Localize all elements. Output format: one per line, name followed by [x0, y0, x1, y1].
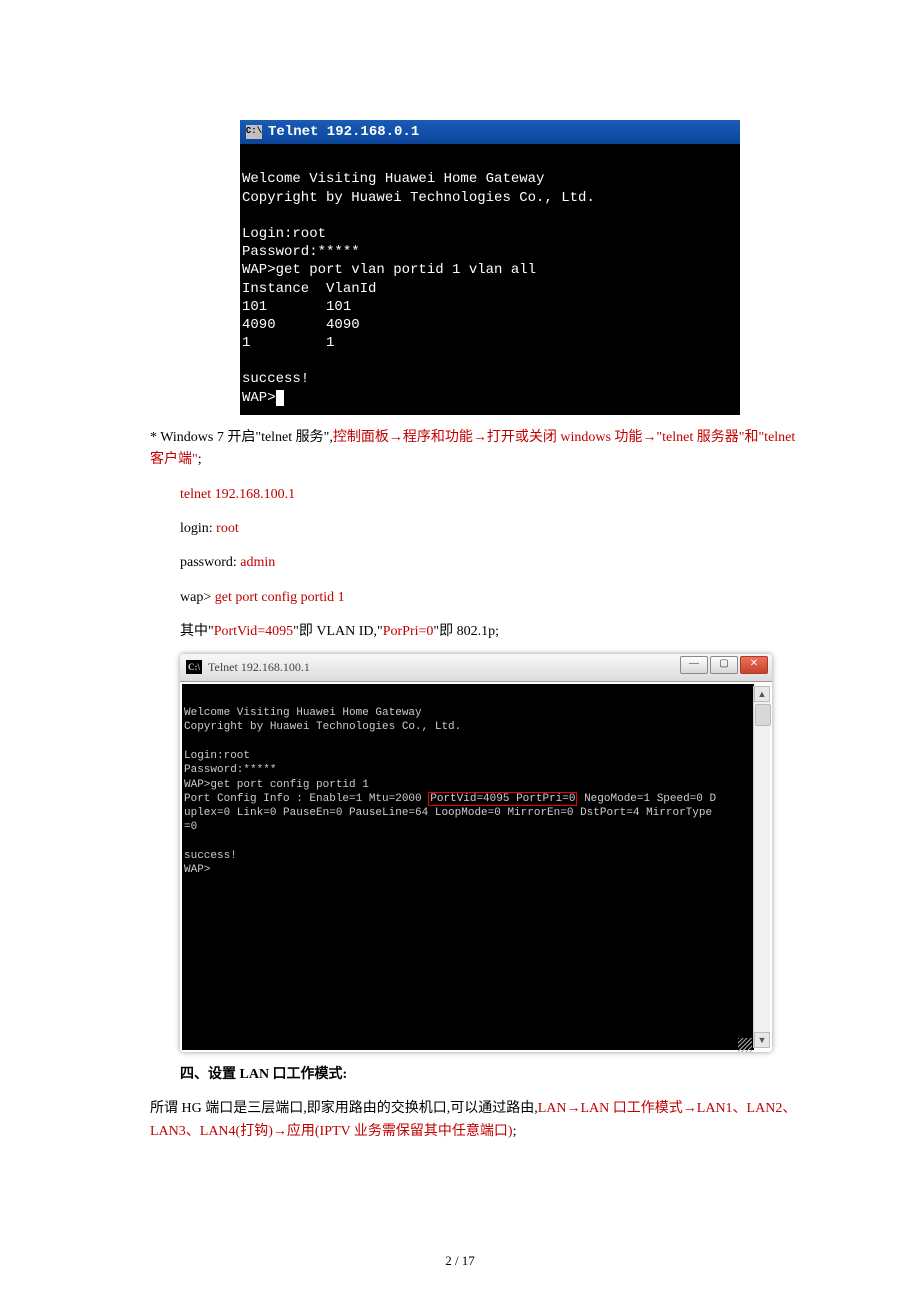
- page-number: 2 / 17: [0, 1251, 920, 1272]
- terminal-2-titlebar: C:\ Telnet 192.168.100.1 — ▢ ✕: [180, 654, 772, 682]
- cmd-icon: C:\: [186, 660, 202, 674]
- t1-success: success!: [242, 371, 309, 387]
- terminal-2-title: Telnet 192.168.100.1: [208, 658, 310, 677]
- t1-cmd: WAP>get port vlan portid 1 vlan all: [242, 262, 536, 278]
- login-label: login:: [180, 521, 216, 536]
- t2-login: Login:root: [184, 750, 250, 762]
- t2-info-box: PortVid=4095 PortPri=0: [428, 792, 577, 806]
- window-buttons: — ▢ ✕: [680, 656, 768, 674]
- terminal-window-1: C:\ Telnet 192.168.0.1 Welcome Visiting …: [240, 120, 740, 415]
- ex-mid1: "即 VLAN ID,": [293, 624, 383, 639]
- maximize-button[interactable]: ▢: [710, 656, 738, 674]
- wap-line: wap> get port config portid 1: [180, 587, 800, 609]
- terminal-1-body: Welcome Visiting Huawei Home Gateway Cop…: [240, 144, 740, 415]
- terminal-window-2: C:\ Telnet 192.168.100.1 — ▢ ✕ Welcome V…: [180, 654, 772, 1052]
- t1-welcome: Welcome Visiting Huawei Home Gateway: [242, 171, 544, 187]
- s4-pre: 所谓 HG 端口是三层端口,即家用路由的交换机口,可以通过路由,: [150, 1101, 538, 1116]
- wap-label: wap>: [180, 590, 215, 605]
- explain-line: 其中"PortVid=4095"即 VLAN ID,"PorPri=0"即 80…: [180, 621, 800, 643]
- t1-r3: 1 1: [242, 335, 334, 351]
- terminal-1-titlebar: C:\ Telnet 192.168.0.1: [240, 120, 740, 144]
- t1-password: Password:*****: [242, 244, 360, 260]
- resize-grip-icon[interactable]: [738, 1038, 752, 1052]
- t1-copyright: Copyright by Huawei Technologies Co., Lt…: [242, 190, 595, 206]
- login-line: login: root: [180, 518, 800, 540]
- telnet-cmd: telnet: [180, 487, 215, 502]
- terminal-1-title: Telnet 192.168.0.1: [268, 123, 419, 141]
- password-label: password:: [180, 555, 240, 570]
- ex-k1: PortVid=4095: [214, 624, 293, 639]
- minimize-button[interactable]: —: [680, 656, 708, 674]
- t1-prompt: WAP>: [242, 390, 276, 406]
- paragraph-win7-telnet: * Windows 7 开启"telnet 服务",控制面板→程序和功能→打开或…: [150, 427, 800, 472]
- telnet-ip: 192.168.100.1: [215, 487, 296, 502]
- t2-prompt: WAP>: [184, 864, 210, 876]
- t2-password: Password:*****: [184, 764, 276, 776]
- t2-info2: uplex=0 Link=0 PauseEn=0 PauseLine=64 Lo…: [184, 807, 712, 819]
- section-4-paragraph: 所谓 HG 端口是三层端口,即家用路由的交换机口,可以通过路由,LAN→LAN …: [150, 1098, 800, 1143]
- telnet-command-line: telnet 192.168.100.1: [180, 484, 800, 506]
- password-line: password: admin: [180, 552, 800, 574]
- p1-prefix: * Windows 7 开启"telnet 服务",: [150, 430, 333, 445]
- scroll-up-arrow-icon[interactable]: ▲: [754, 686, 770, 702]
- t1-r1: 101 101: [242, 299, 351, 315]
- wap-value: get port config portid 1: [215, 590, 345, 605]
- ex-prefix: 其中": [180, 624, 214, 639]
- t2-welcome: Welcome Visiting Huawei Home Gateway: [184, 707, 422, 719]
- terminal-2-body: Welcome Visiting Huawei Home Gateway Cop…: [182, 684, 754, 1050]
- t2-info3: =0: [184, 821, 197, 833]
- login-value: root: [216, 521, 239, 536]
- ex-k2: PorPri=0: [383, 624, 434, 639]
- ex-mid2: "即 802.1p;: [433, 624, 499, 639]
- section-4-heading: 四、设置 LAN 口工作模式:: [180, 1064, 800, 1086]
- scroll-thumb[interactable]: [755, 704, 771, 726]
- t1-r2: 4090 4090: [242, 317, 360, 333]
- p1-suffix: ;: [198, 452, 202, 467]
- scrollbar[interactable]: ▲ ▼: [753, 686, 770, 1048]
- t2-info-post: NegoMode=1 Speed=0 D: [577, 793, 716, 805]
- t2-cmd: WAP>get port config portid 1: [184, 779, 369, 791]
- t2-info-pre: Port Config Info : Enable=1 Mtu=2000: [184, 793, 428, 805]
- t2-copyright: Copyright by Huawei Technologies Co., Lt…: [184, 721, 461, 733]
- cmd-icon: C:\: [246, 125, 262, 139]
- t1-login: Login:root: [242, 226, 326, 242]
- password-value: admin: [240, 555, 275, 570]
- close-button[interactable]: ✕: [740, 656, 768, 674]
- t2-success: success!: [184, 850, 237, 862]
- t1-header: Instance VlanId: [242, 281, 376, 297]
- scroll-down-arrow-icon[interactable]: ▼: [754, 1032, 770, 1048]
- s4-suffix: ;: [513, 1124, 517, 1139]
